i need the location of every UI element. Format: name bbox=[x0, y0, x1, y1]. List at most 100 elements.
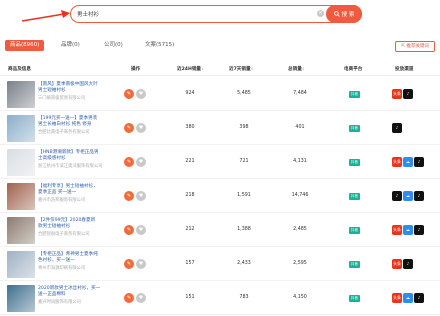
channel-tt-icon[interactable]: ♪ bbox=[403, 259, 413, 269]
platform-badge: 抖音 bbox=[349, 91, 360, 98]
sales-total: 4,150 bbox=[293, 295, 307, 300]
search-bar: × bbox=[70, 5, 362, 23]
platform-badge: 抖音 bbox=[349, 193, 360, 200]
sales-24h: 380 bbox=[185, 125, 195, 130]
channel-tt-icon[interactable]: ♪ bbox=[414, 293, 424, 303]
shop-name: 嘉兴市浩邦服饰有限公司 bbox=[38, 198, 86, 203]
favorite-icon[interactable]: ♥ bbox=[136, 191, 146, 201]
edit-icon[interactable]: ✎ bbox=[124, 293, 134, 303]
sales-total: 401 bbox=[295, 125, 305, 130]
favorite-icon[interactable]: ♥ bbox=[136, 259, 146, 269]
channel-blue-icon[interactable]: ☁ bbox=[403, 191, 413, 201]
sales-7d: 2,433 bbox=[237, 261, 251, 266]
product-thumbnail[interactable] bbox=[7, 217, 35, 244]
sort-icon: ⇕ bbox=[301, 67, 305, 71]
shop-name: 合肥锐丽电子商务有限公司 bbox=[38, 232, 90, 237]
channel-red-icon[interactable]: 头条 bbox=[392, 259, 402, 269]
product-thumbnail[interactable] bbox=[7, 81, 35, 108]
favorite-icon[interactable]: ♥ bbox=[136, 157, 146, 167]
table-row[interactable]: 2020新款男士冰丝衬衫，买一 送一正品棉料 嘉兴时间服饰有限公司 ✎ ♥ 151 783 4… bbox=[0, 282, 440, 315]
table-row[interactable]: 【199元买一送一】夏季男装 男士长袖白衬衫 纯色 修身合肥比南电子商务有限公司 ✎… bbox=[0, 112, 440, 145]
table-row[interactable]: 【南风】夏季南极中国风大叶 男士短袖衬衫 三门峡南极贸易有限公司 ✎ ♥ 924 5,485… bbox=[0, 78, 440, 111]
sales-total: 14,746 bbox=[291, 193, 309, 198]
channel-tt-icon[interactable]: ♪ bbox=[414, 191, 424, 201]
table-row[interactable]: 【专柜正品】青神男士夏季纯 色衬衫，买一送一 青州市海源印刷有限公司 ✎ ♥ 157 2,4… bbox=[0, 248, 440, 281]
close-icon[interactable]: × bbox=[317, 10, 324, 17]
platform-badge: 抖音 bbox=[349, 227, 360, 234]
edit-icon[interactable]: ✎ bbox=[124, 191, 134, 201]
channel-icons: ♪ ☁ ♪ bbox=[392, 191, 424, 201]
channel-tt-icon[interactable]: ♪ bbox=[414, 225, 424, 235]
sales-24h: 221 bbox=[185, 159, 195, 164]
shop-name: 嘉兴时间服饰有限公司 bbox=[38, 300, 81, 305]
channel-tt-icon[interactable]: ♪ bbox=[414, 157, 424, 167]
shop-name: 浙江杭州市滨江奥洋服饰有限公司 bbox=[38, 164, 103, 169]
tab-companies[interactable]: 公司(0) bbox=[104, 40, 123, 51]
channel-blue-icon[interactable]: ☁ bbox=[403, 157, 413, 167]
channel-icons: 头条 ☁ ♪ bbox=[392, 293, 424, 303]
col-platform: 电商平台 bbox=[344, 67, 363, 72]
product-title[interactable]: 【199元买一送一】夏季男装 男士长袖白衬衫 纯色 修身 bbox=[38, 116, 114, 128]
product-title[interactable]: 【南风】夏季南极中国风大叶 男士短袖衬衫 bbox=[38, 82, 114, 94]
platform-badge: 抖音 bbox=[349, 125, 360, 132]
product-thumbnail[interactable] bbox=[7, 149, 35, 176]
col-product: 商品及信息 bbox=[8, 67, 31, 72]
tab-products[interactable]: 商品(8960) bbox=[5, 40, 45, 51]
channel-red-icon[interactable]: 头条 bbox=[392, 293, 402, 303]
col-channels: 投放渠道 bbox=[395, 67, 414, 72]
channel-red-icon[interactable]: 头条 bbox=[392, 225, 402, 235]
product-thumbnail[interactable] bbox=[7, 251, 35, 278]
favorite-icon[interactable]: ♥ bbox=[136, 123, 146, 133]
sales-7d: 1,591 bbox=[237, 193, 251, 198]
channel-tt-icon[interactable]: ♪ bbox=[392, 123, 402, 133]
favorite-icon[interactable]: ♥ bbox=[136, 225, 146, 235]
col-total-sales[interactable]: 总销量⇕ bbox=[288, 66, 305, 72]
search-input[interactable] bbox=[77, 9, 317, 19]
product-title[interactable]: 【2件仅99元】2020春夏新 款男士短袖衬衫 bbox=[38, 218, 114, 230]
platform-badge: 抖音 bbox=[349, 295, 360, 302]
col-24h-sales[interactable]: 近24H销量⇕ bbox=[177, 66, 204, 72]
col-7d-sales[interactable]: 近7天销量⇕ bbox=[229, 66, 254, 72]
table-row[interactable]: 【HNB港潮新款】专柜正品男 士高级感衬衫浙江杭州市滨江奥洋服饰有限公司 ✎ ♥ 221… bbox=[0, 146, 440, 179]
channel-tt-icon[interactable]: ♪ bbox=[392, 191, 402, 201]
edit-icon[interactable]: ✎ bbox=[124, 89, 134, 99]
red-arrow-annotation bbox=[21, 10, 70, 22]
channel-tt-icon[interactable]: ♪ bbox=[403, 89, 413, 99]
product-thumbnail[interactable] bbox=[7, 285, 35, 312]
channel-blue-icon[interactable]: ☁ bbox=[403, 293, 413, 303]
edit-icon[interactable]: ✎ bbox=[124, 259, 134, 269]
channel-red-icon[interactable]: 头条 bbox=[392, 89, 402, 99]
edit-icon[interactable]: ✎ bbox=[124, 123, 134, 133]
product-title[interactable]: 【专柜正品】青神男士夏季纯 色衬衫，买一送一 bbox=[38, 252, 114, 264]
sales-24h: 212 bbox=[185, 227, 195, 232]
sort-icon: ⇕ bbox=[250, 67, 254, 71]
table-row[interactable]: 【福利专享】男士短袖衬衫， 夏季正品 买一送一 嘉兴市浩邦服饰有限公司 ✎ ♥ 218 1,… bbox=[0, 180, 440, 213]
channel-icons: 头条 ♪ bbox=[392, 89, 413, 99]
product-thumbnail[interactable] bbox=[7, 115, 35, 142]
sales-7d: 783 bbox=[239, 295, 249, 300]
tab-brands[interactable]: 品牌(0) bbox=[61, 40, 80, 51]
sales-total: 4,131 bbox=[293, 159, 307, 164]
channel-blue-icon[interactable]: ☁ bbox=[403, 225, 413, 235]
sales-total: 2,485 bbox=[293, 227, 307, 232]
channel-red-icon[interactable]: 头条 bbox=[392, 157, 402, 167]
tab-copywriting[interactable]: 文案(5715) bbox=[145, 40, 174, 51]
shop-name: 三门峡南极贸易有限公司 bbox=[38, 96, 86, 101]
edit-icon[interactable]: ✎ bbox=[124, 225, 134, 235]
product-title[interactable]: 2020新款男士冰丝衬衫，买一 送一正品棉料 bbox=[38, 286, 114, 298]
search-icon bbox=[333, 11, 340, 17]
product-thumbnail[interactable] bbox=[7, 183, 35, 210]
favorite-icon[interactable]: ♥ bbox=[136, 89, 146, 99]
search-button-label: 搜 索 bbox=[341, 12, 355, 18]
sales-7d: 1,388 bbox=[237, 227, 251, 232]
table-row[interactable]: 【2件仅99元】2020春夏新 款男士短袖衬衫合肥锐丽电子商务有限公司 ✎ ♥ 212 1… bbox=[0, 214, 440, 247]
product-title[interactable]: 【福利专享】男士短袖衬衫， 夏季正品 买一送一 bbox=[38, 184, 114, 196]
product-title[interactable]: 【HNB港潮新款】专柜正品男 士高级感衬衫 bbox=[38, 150, 114, 162]
search-button[interactable]: 搜 索 bbox=[326, 5, 362, 23]
table-header: 商品及信息 操作 近24H销量⇕ 近7天销量⇕ 总销量⇕ 电商平台 投放渠道 bbox=[0, 62, 440, 76]
channel-icons: ♪ bbox=[392, 123, 402, 133]
edit-icon[interactable]: ✎ bbox=[124, 157, 134, 167]
favorite-icon[interactable]: ♥ bbox=[136, 293, 146, 303]
recommend-keyword-button[interactable]: ⇱ 推荐关键词 bbox=[395, 41, 435, 52]
shop-name: 合肥比南电子商务有限公司 bbox=[38, 130, 90, 135]
